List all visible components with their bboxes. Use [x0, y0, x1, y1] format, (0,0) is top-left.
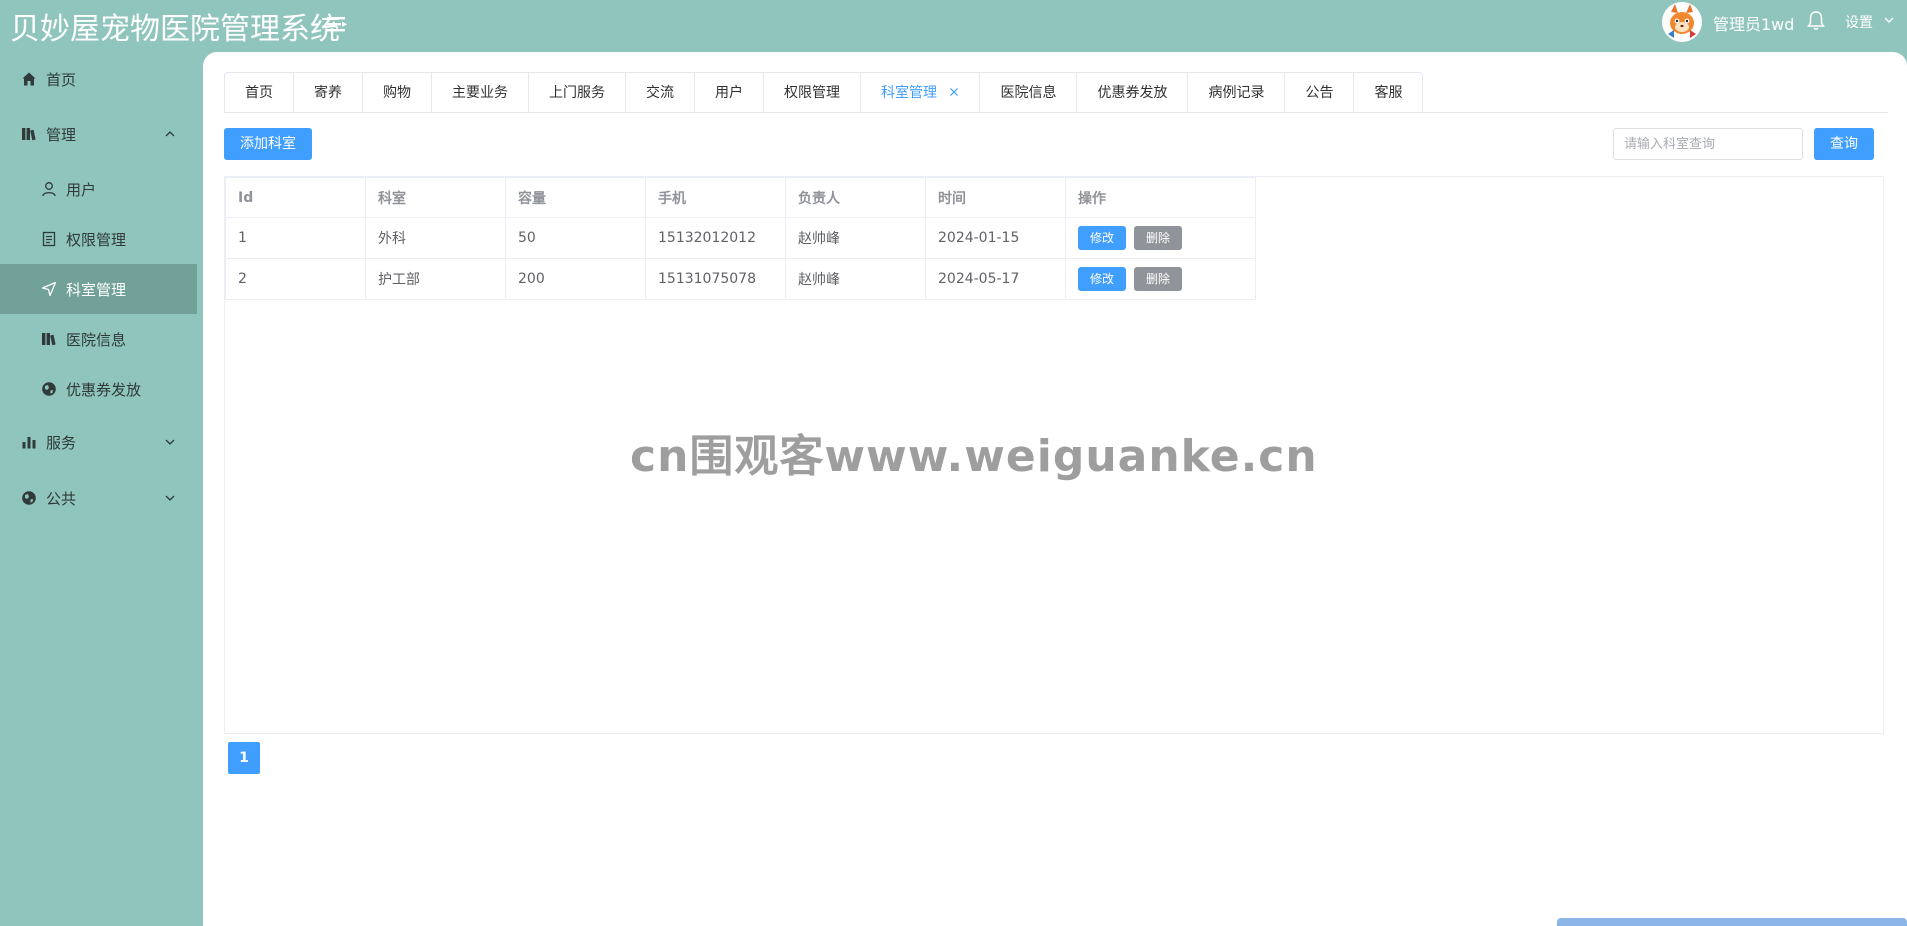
tab-divider [224, 112, 1888, 113]
sidebar-subitem-coupons[interactable]: 优惠券发放 [0, 364, 197, 414]
tab-customer-service[interactable]: 客服 [1353, 73, 1422, 113]
sidebar-item-home[interactable]: 首页 [0, 54, 197, 104]
sidebar-item-services[interactable]: 服务 [0, 417, 197, 467]
sidebar-subitem-label: 用户 [66, 181, 97, 199]
department-search-input[interactable] [1613, 128, 1803, 160]
bar-chart-icon [22, 437, 36, 449]
column-header: 手机 [645, 177, 786, 218]
cell-capacity: 50 [505, 217, 646, 259]
tab-shopping[interactable]: 购物 [362, 73, 431, 113]
tab-permissions[interactable]: 权限管理 [763, 73, 860, 113]
floating-chat-tab[interactable] [1557, 918, 1907, 926]
sidebar-subitem-label: 医院信息 [66, 331, 127, 349]
globe-icon [22, 491, 36, 505]
cell-department: 外科 [365, 217, 506, 259]
column-header: Id [225, 177, 366, 218]
sidebar-subitem-departments[interactable]: 科室管理 [0, 264, 197, 314]
cell-time: 2024-05-17 [925, 258, 1066, 300]
tab-foster[interactable]: 寄养 [293, 73, 362, 113]
tab-label: 科室管理 [881, 85, 937, 101]
tab-departments[interactable]: 科室管理 [860, 73, 979, 113]
top-header: 贝妙屋宠物医院管理系统 管理员1wd 设置 [0, 0, 1907, 52]
cell-head: 赵帅峰 [785, 258, 926, 300]
cell-phone: 15131075078 [645, 258, 786, 300]
chevron-up-icon [165, 131, 175, 137]
tab-hospital-info[interactable]: 医院信息 [979, 73, 1076, 113]
app-title: 贝妙屋宠物医院管理系统 [10, 12, 340, 47]
sidebar-item-manage[interactable]: 管理 [0, 109, 197, 159]
column-header: 容量 [505, 177, 646, 218]
tab-users[interactable]: 用户 [694, 73, 763, 113]
book-icon [22, 128, 36, 141]
user-icon [42, 182, 56, 197]
sidebar-subitem-permissions[interactable]: 权限管理 [0, 214, 197, 264]
sidebar-item-label: 服务 [46, 434, 77, 452]
watermark-text: cn围观客www.weiguanke.cn [630, 431, 1318, 482]
bell-icon[interactable] [1806, 10, 1826, 32]
cell-capacity: 200 [505, 258, 646, 300]
tab-coupons[interactable]: 优惠券发放 [1076, 73, 1187, 113]
cell-actions: 修改 删除 [1065, 217, 1256, 259]
cell-department: 护工部 [365, 258, 506, 300]
column-header: 操作 [1065, 177, 1256, 218]
navigation-icon [41, 281, 57, 297]
add-department-button[interactable]: 添加科室 [224, 128, 312, 160]
book-icon [42, 333, 56, 346]
sidebar-subitem-label: 权限管理 [66, 231, 127, 249]
cell-phone: 15132012012 [645, 217, 786, 259]
main-panel: 首页 寄养 购物 主要业务 上门服务 交流 用户 权限管理 科室管理 医院信息 … [203, 52, 1907, 926]
cell-head: 赵帅峰 [785, 217, 926, 259]
cell-time: 2024-01-15 [925, 217, 1066, 259]
column-header: 时间 [925, 177, 1066, 218]
cell-id: 1 [225, 217, 366, 259]
settings-menu[interactable]: 设置 [1845, 12, 1873, 32]
chevron-down-icon [165, 439, 175, 445]
sidebar-item-label: 首页 [46, 71, 77, 89]
cell-actions: 修改 删除 [1065, 258, 1256, 300]
tab-announcements[interactable]: 公告 [1284, 73, 1353, 113]
sidebar-subitem-hospital-info[interactable]: 医院信息 [0, 314, 197, 364]
document-icon [42, 231, 56, 247]
tab-bar: 首页 寄养 购物 主要业务 上门服务 交流 用户 权限管理 科室管理 医院信息 … [224, 72, 1424, 113]
chevron-down-icon[interactable] [1883, 14, 1895, 26]
avatar[interactable] [1662, 2, 1702, 42]
column-header: 科室 [365, 177, 506, 218]
close-icon[interactable] [949, 87, 959, 97]
sidebar-item-public[interactable]: 公共 [0, 473, 197, 523]
globe-icon [42, 382, 56, 396]
pagination-page-1[interactable]: 1 [228, 742, 260, 774]
tab-case-records[interactable]: 病例记录 [1187, 73, 1284, 113]
avatar-image-icon [1662, 2, 1702, 42]
table-row: 2 护工部 200 15131075078 赵帅峰 2024-05-17 修改删… [225, 258, 1256, 300]
edit-button[interactable]: 修改 [1078, 267, 1126, 291]
sidebar-subitem-label: 优惠券发放 [66, 381, 142, 399]
tab-communication[interactable]: 交流 [625, 73, 694, 113]
user-name[interactable]: 管理员1wd [1713, 11, 1794, 35]
sidebar-item-label: 公共 [46, 490, 77, 508]
column-header: 负责人 [785, 177, 926, 218]
tab-main-business[interactable]: 主要业务 [431, 73, 528, 113]
menu-toggle-icon[interactable] [326, 13, 348, 35]
sidebar-subitem-users[interactable]: 用户 [0, 164, 197, 214]
delete-button[interactable]: 删除 [1134, 267, 1182, 291]
sidebar: 首页 管理 用户 权限管理 科室管理 医院信息 优惠券发放 服务 公共 [0, 52, 197, 926]
delete-button[interactable]: 删除 [1134, 226, 1182, 250]
table-row: 1 外科 50 15132012012 赵帅峰 2024-01-15 修改 删除 [225, 217, 1256, 259]
sidebar-item-label: 管理 [46, 126, 77, 144]
home-icon [22, 72, 36, 86]
chevron-down-icon [165, 495, 175, 501]
cell-id: 2 [225, 258, 366, 300]
table-header-row: Id 科室 容量 手机 负责人 时间 操作 [225, 177, 1256, 218]
tab-home[interactable]: 首页 [225, 73, 293, 113]
tab-home-service[interactable]: 上门服务 [528, 73, 625, 113]
query-button[interactable]: 查询 [1814, 128, 1874, 160]
edit-button[interactable]: 修改 [1078, 226, 1126, 250]
sidebar-subitem-label: 科室管理 [66, 281, 127, 299]
